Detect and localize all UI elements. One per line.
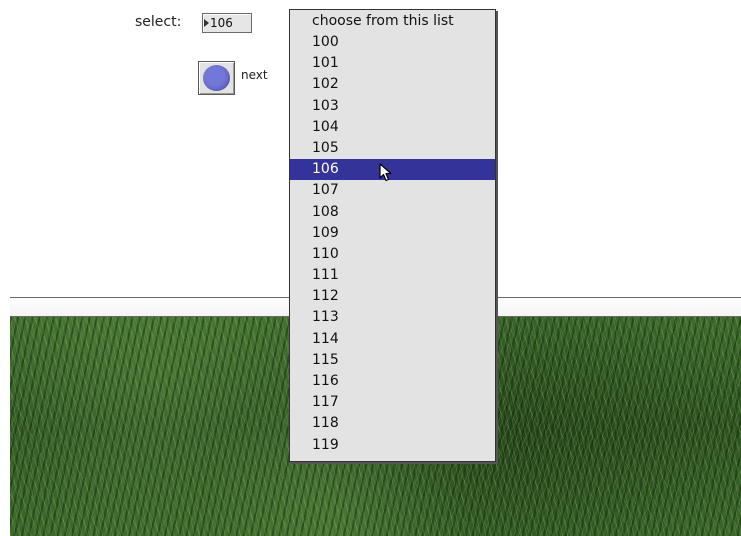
popup-item[interactable]: 102: [290, 74, 495, 95]
arrow-cursor-icon: [379, 163, 392, 182]
popup-item[interactable]: 109: [290, 223, 495, 244]
popup-item[interactable]: 104: [290, 117, 495, 138]
popup-item[interactable]: 100: [290, 32, 495, 53]
popup-item[interactable]: 113: [290, 307, 495, 328]
circle-icon: [203, 65, 230, 91]
popup-menu[interactable]: choose from this list 100 101 102 103 104 105…: [289, 9, 496, 462]
popup-item[interactable]: 101: [290, 53, 495, 74]
popup-item[interactable]: 103: [290, 96, 495, 117]
dropdown-triangle-icon: [204, 18, 209, 27]
popup-item[interactable]: 114: [290, 329, 495, 350]
select-label: select:: [135, 14, 182, 30]
popup-item[interactable]: 112: [290, 286, 495, 307]
select-value: 106: [210, 16, 233, 30]
popup-item[interactable]: 118: [290, 413, 495, 434]
popup-item[interactable]: 115: [290, 350, 495, 371]
select-dropdown[interactable]: 106: [202, 13, 252, 33]
popup-item[interactable]: 105: [290, 138, 495, 159]
popup-item[interactable]: 107: [290, 180, 495, 201]
popup-item[interactable]: 116: [290, 371, 495, 392]
next-label: next: [241, 68, 268, 82]
next-button[interactable]: [198, 61, 235, 95]
popup-item[interactable]: 117: [290, 392, 495, 413]
popup-item-list: 100 101 102 103 104 105 106 107 108 109 110 111 112 1…: [290, 32, 495, 456]
popup-item[interactable]: 119: [290, 435, 495, 456]
popup-item[interactable]: 108: [290, 202, 495, 223]
popup-header: choose from this list: [312, 13, 454, 29]
popup-item[interactable]: 111: [290, 265, 495, 286]
popup-item[interactable]: 110: [290, 244, 495, 265]
